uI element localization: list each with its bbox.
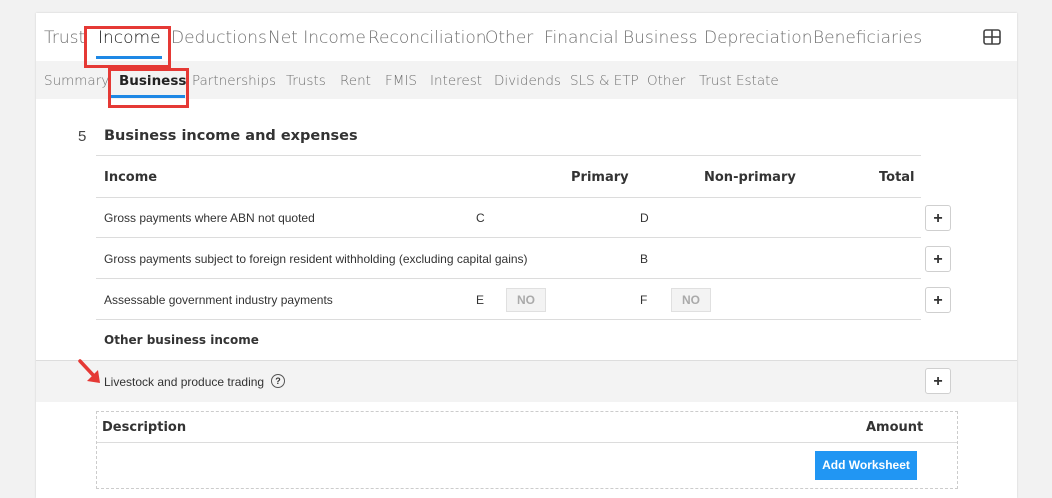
amount-header: Amount <box>866 420 924 435</box>
subtab-trusts[interactable]: Trusts <box>286 73 326 89</box>
add-worksheet-button[interactable]: Add Worksheet <box>815 451 917 480</box>
add-row-button[interactable]: + <box>925 205 951 231</box>
subtab-interest[interactable]: Interest <box>430 73 482 89</box>
description-header: Description <box>102 420 187 435</box>
tab-depreciation[interactable]: Depreciation <box>704 28 812 48</box>
tab-net-income[interactable]: Net Income <box>268 28 366 48</box>
subtab-rent[interactable]: Rent <box>340 73 371 89</box>
subtab-dividends[interactable]: Dividends <box>494 73 561 89</box>
subtab-fmis[interactable]: FMIS <box>385 73 417 89</box>
divider <box>96 155 921 156</box>
business-subtab-highlight <box>108 68 189 108</box>
add-livestock-button[interactable]: + <box>925 368 951 394</box>
divider <box>97 442 957 443</box>
non-primary-no-field[interactable]: NO <box>671 288 711 312</box>
subtab-sls-etp[interactable]: SLS & ETP <box>570 73 639 89</box>
divider <box>96 197 921 198</box>
total-column-header: Total <box>879 170 915 185</box>
section-number: 5 <box>78 128 87 145</box>
subtab-trust-estate[interactable]: Trust Estate <box>699 73 779 89</box>
income-column-header: Income <box>104 170 158 185</box>
tab-financial[interactable]: Financial <box>544 28 618 48</box>
primary-code: C <box>476 211 485 225</box>
income-tab-highlight <box>84 26 171 68</box>
section-title: Business income and expenses <box>104 128 358 144</box>
livestock-label: Livestock and produce trading <box>104 375 265 389</box>
row-label-abn-not-quoted: Gross payments where ABN not quoted <box>104 211 315 225</box>
livestock-row: Livestock and produce trading ? + <box>36 360 1017 402</box>
row-label-government-industry-payments: Assessable government industry payments <box>104 293 333 307</box>
non-primary-code: F <box>640 293 648 307</box>
non-primary-column-header: Non-primary <box>704 170 796 185</box>
main-tab-bar: Trust Income Deductions Net Income Recon… <box>36 13 1017 61</box>
row-label-foreign-resident-withholding: Gross payments subject to foreign reside… <box>104 252 528 266</box>
tab-business[interactable]: Business <box>623 28 697 48</box>
divider <box>96 319 921 320</box>
tab-other[interactable]: Other <box>485 28 533 48</box>
non-primary-code: D <box>640 211 649 225</box>
add-row-button[interactable]: + <box>925 246 951 272</box>
subtab-summary[interactable]: Summary <box>44 73 109 89</box>
tab-reconciliation[interactable]: Reconciliation <box>368 28 487 48</box>
non-primary-code: B <box>640 252 649 266</box>
layout-grid-icon[interactable] <box>983 29 1001 45</box>
tab-deductions[interactable]: Deductions <box>171 28 267 48</box>
main-card: Trust Income Deductions Net Income Recon… <box>36 13 1017 498</box>
subtab-partnerships[interactable]: Partnerships <box>192 73 276 89</box>
divider <box>96 278 921 279</box>
tab-beneficiaries[interactable]: Beneficiaries <box>813 28 922 48</box>
tab-trust[interactable]: Trust <box>44 28 85 48</box>
red-arrow-icon <box>78 359 100 383</box>
other-business-income-header: Other business income <box>104 333 259 347</box>
subtab-other[interactable]: Other <box>647 73 685 89</box>
primary-code: E <box>476 293 485 307</box>
help-icon[interactable]: ? <box>271 374 285 388</box>
primary-no-field[interactable]: NO <box>506 288 546 312</box>
divider <box>96 237 921 238</box>
primary-column-header: Primary <box>571 170 629 185</box>
add-row-button[interactable]: + <box>925 287 951 313</box>
